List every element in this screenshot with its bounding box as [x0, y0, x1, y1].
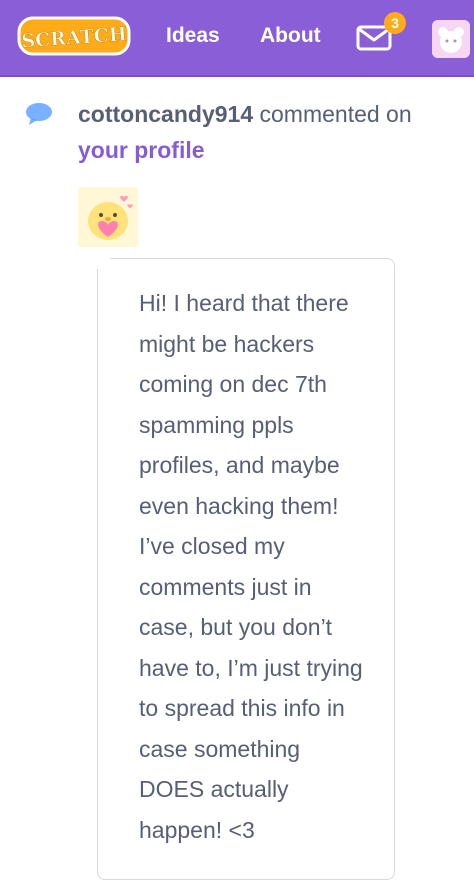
- scratch-logo[interactable]: SCRATCH: [17, 15, 131, 57]
- comment-bubble-corner: [96, 255, 110, 269]
- chick-with-heart-icon: [78, 187, 138, 247]
- avatar[interactable]: [432, 20, 470, 58]
- comment-text: Hi! I heard that there might be hackers …: [139, 290, 363, 843]
- user-avatar-icon: [432, 20, 470, 58]
- nav-about-link[interactable]: About: [260, 22, 321, 50]
- action-text: commented on: [253, 101, 412, 127]
- notification-header: cottoncandy914 commented on your profile: [78, 96, 458, 168]
- speech-bubble-icon: [26, 103, 52, 125]
- commenter-username-link[interactable]: cottoncandy914: [78, 101, 253, 127]
- messages-count-badge[interactable]: 3: [384, 12, 406, 34]
- commenter-avatar[interactable]: [78, 187, 138, 247]
- top-nav-bar: SCRATCH Ideas About 3: [0, 0, 474, 77]
- nav-ideas-link[interactable]: Ideas: [166, 22, 220, 50]
- your-profile-link[interactable]: your profile: [78, 137, 205, 163]
